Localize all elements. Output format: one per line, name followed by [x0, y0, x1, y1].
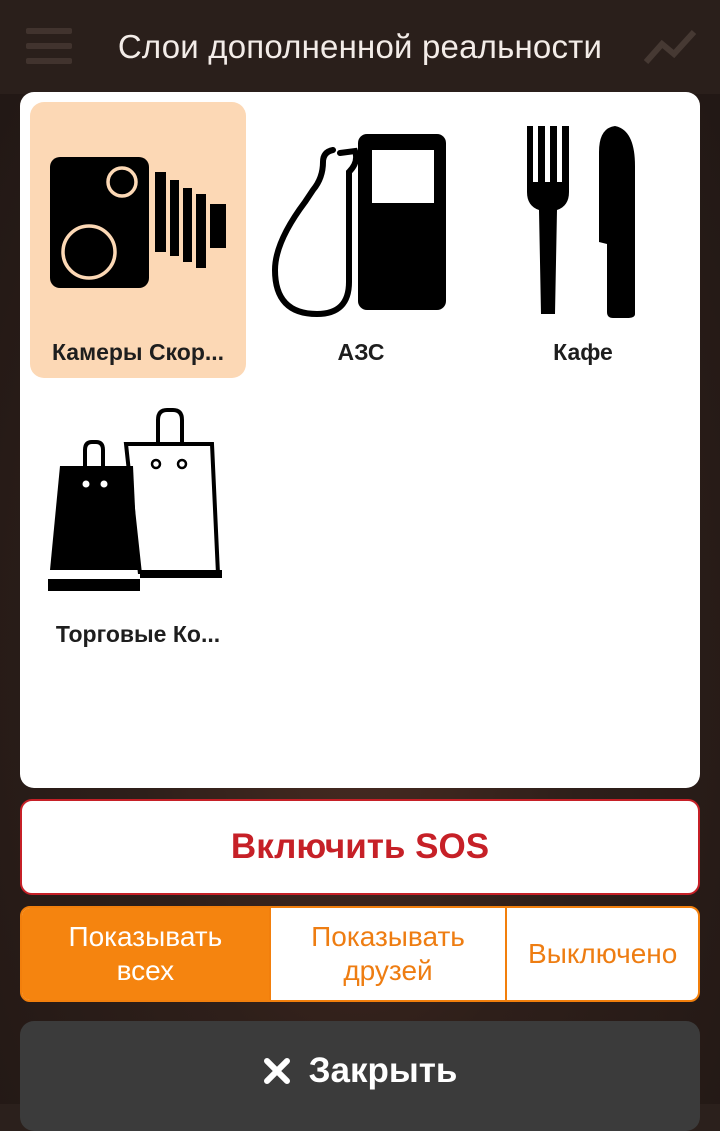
shopping-bags-icon	[48, 408, 222, 591]
top-bar: Слои дополненной реальности	[0, 0, 720, 94]
segment-off[interactable]: Выключено	[505, 908, 698, 1000]
visibility-segmented-control: Показывать всех Показывать друзей Выключ…	[20, 906, 700, 1002]
layer-label-shopping-centers: Торговые Ко...	[55, 621, 221, 647]
speed-camera-icon	[50, 157, 226, 288]
layer-tile-cafes[interactable]: Кафе	[475, 102, 691, 378]
segment-show-friends[interactable]: Показывать друзей	[268, 908, 506, 1000]
layer-tile-gas-stations[interactable]: АЗС	[253, 102, 469, 378]
layer-label-gas-stations: АЗС	[337, 339, 385, 365]
layers-panel: Камеры Скор... АЗС Кафе Торговые Ко...	[20, 92, 700, 788]
segment-show-all[interactable]: Показывать всех	[22, 908, 269, 1000]
fork-knife-icon	[527, 126, 635, 318]
layer-label-cafes: Кафе	[553, 339, 613, 365]
enable-sos-button[interactable]: Включить SOS	[20, 799, 700, 895]
close-icon	[263, 1058, 290, 1084]
layer-label-speed-cameras: Камеры Скор...	[51, 339, 225, 365]
close-button[interactable]: Закрыть	[20, 1021, 700, 1131]
layer-tile-speed-cameras[interactable]: Камеры Скор...	[30, 102, 246, 378]
sos-button-label: Включить SOS	[230, 827, 490, 866]
dialog-title: Слои дополненной реальности	[117, 28, 603, 65]
gas-station-icon	[271, 134, 446, 318]
close-button-label: Закрыть	[308, 1051, 458, 1090]
layer-tile-shopping-centers[interactable]: Торговые Ко...	[30, 384, 246, 660]
